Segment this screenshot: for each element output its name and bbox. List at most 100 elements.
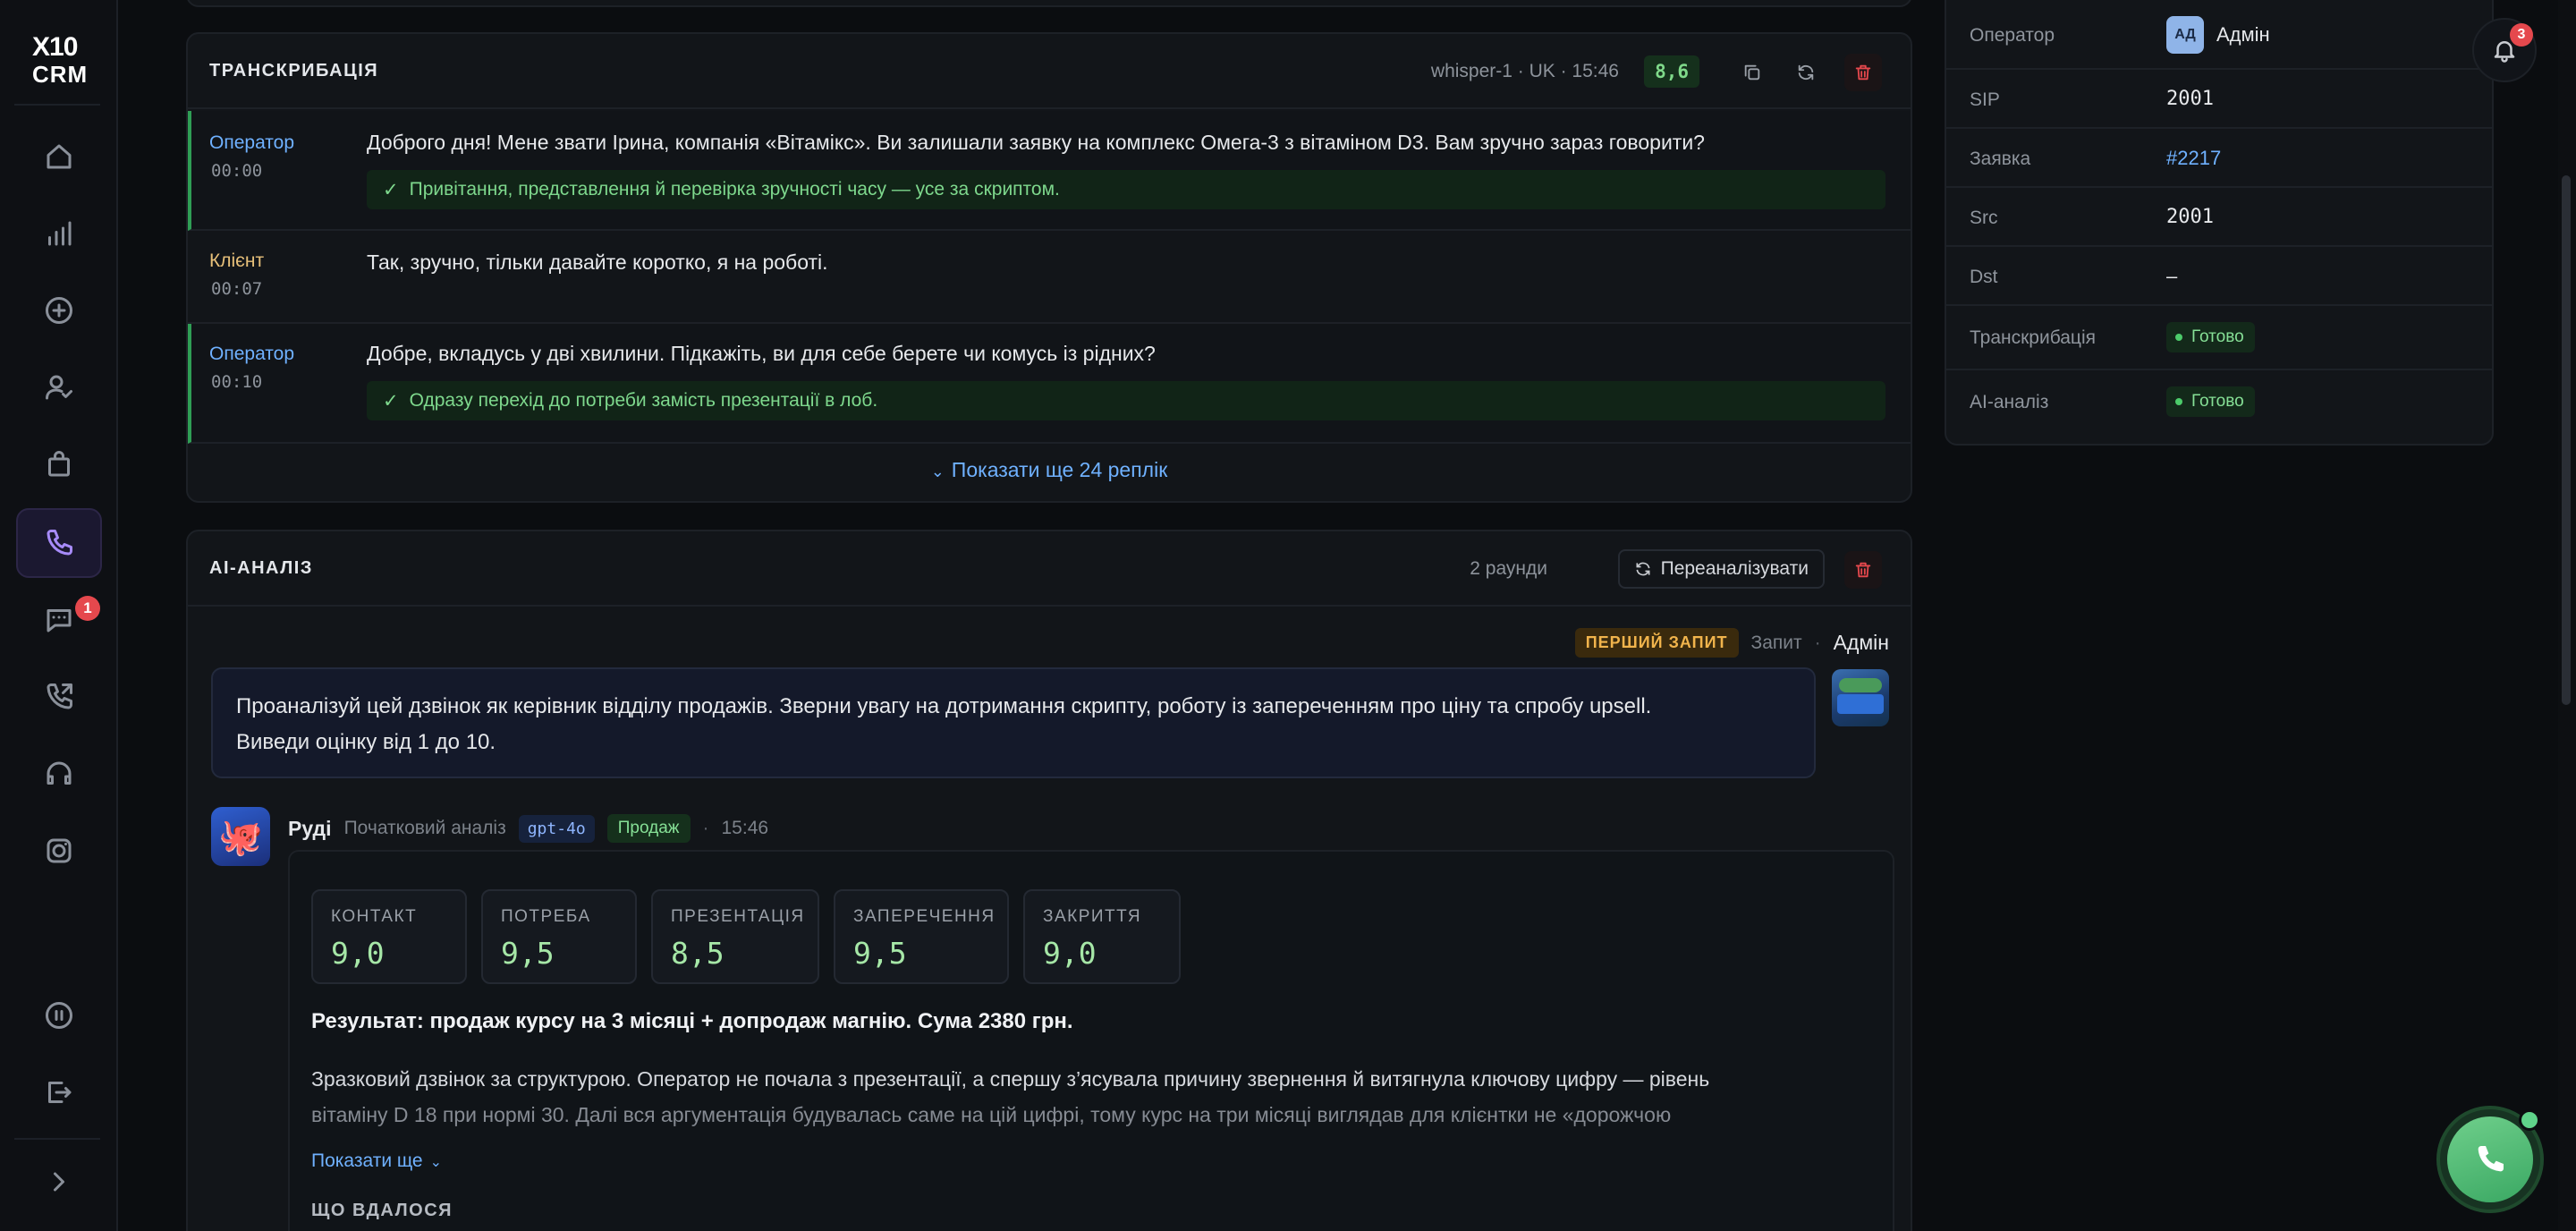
transcript-row: Оператор 00:10 Добре, вкладусь у дві хви…	[188, 324, 1911, 444]
transcription-header: ТРАНСКРИБАЦІЯ whisper-1 · UK · 15:46 8,6	[188, 34, 1911, 109]
nav-chats[interactable]: 1	[16, 585, 102, 655]
status-badge: Готово	[2166, 386, 2255, 417]
separator-dot: ·	[1814, 632, 1821, 653]
metric-label: КОНТАКТ	[331, 907, 418, 926]
divider	[14, 104, 100, 106]
info-row-src: Src 2001	[1946, 188, 2492, 247]
timestamp[interactable]: 00:07	[211, 279, 262, 299]
notification-count-badge: 3	[2510, 23, 2533, 47]
info-value: 2001	[2166, 206, 2214, 228]
softphone-button[interactable]	[2436, 1106, 2544, 1213]
ai-analysis-header: AI-АНАЛІЗ 2 раунди Переаналізувати	[188, 531, 1911, 607]
speaker-label: Клієнт	[209, 250, 265, 271]
pause-icon	[46, 1002, 72, 1029]
info-key: SIP	[1970, 89, 2000, 110]
fade-overlay	[311, 1124, 1859, 1145]
info-value: –	[2166, 265, 2178, 287]
metric-value: 8,5	[671, 936, 724, 971]
metric-value: 9,5	[853, 936, 907, 971]
analysis-body-line-1: Зразковий дзвінок за структурою. Операто…	[311, 1067, 1710, 1091]
refresh-icon	[1798, 64, 1814, 81]
ai-note-text: Привітання, представлення й перевірка зр…	[409, 179, 1060, 200]
nav-create[interactable]	[16, 276, 102, 345]
scrollbar-track[interactable]	[2558, 0, 2576, 1231]
info-key: Заявка	[1970, 149, 2031, 169]
metric-value: 9,0	[1043, 936, 1097, 971]
phone-forward-icon	[47, 683, 72, 709]
octopus-icon: 🐙	[218, 817, 263, 857]
scrollbar-thumb[interactable]	[2562, 175, 2571, 705]
notifications-button[interactable]: 3	[2472, 18, 2537, 82]
nav-products[interactable]	[16, 429, 102, 499]
metric-card: ЗАКРИТТЯ 9,0	[1023, 889, 1181, 984]
section-title: ЩО ВДАЛОСЯ	[311, 1201, 453, 1220]
status-text: Готово	[2191, 327, 2244, 346]
request-text-line-1: Проаналізуй цей дзвінок як керівник відд…	[236, 694, 1652, 718]
chat-icon	[47, 609, 72, 632]
status-dot	[2175, 334, 2182, 341]
info-key: Dst	[1970, 267, 1998, 287]
utterance-text: Так, зручно, тільки давайте коротко, я н…	[367, 250, 828, 274]
avatar-shape	[1837, 694, 1884, 714]
utterance-text: Добре, вкладусь у дві хвилини. Підкажіть…	[367, 342, 1156, 365]
metric-card: ЗАПЕРЕЧЕННЯ 9,5	[834, 889, 1009, 984]
operator-name[interactable]: Адмін	[2216, 23, 2270, 47]
request-link[interactable]: #2217	[2166, 147, 2221, 170]
phone-icon	[47, 530, 72, 556]
request-bubble: Проаналізуй цей дзвінок як керівник відд…	[211, 667, 1816, 778]
reply-time: 15:46	[721, 818, 769, 838]
status-dot	[2175, 398, 2182, 405]
logout-button[interactable]	[16, 1057, 102, 1127]
nav-instagram[interactable]	[16, 816, 102, 886]
home-icon	[47, 144, 72, 169]
assistant-avatar: 🐙	[211, 807, 270, 866]
info-row-ai-analysis: AI-аналіз Готово	[1946, 370, 2492, 435]
request-text-line-2: Виведи оцінку від 1 до 10.	[236, 730, 496, 754]
operator-avatar: АД	[2166, 16, 2204, 54]
user-avatar[interactable]	[1832, 669, 1889, 726]
separator-dot: ·	[702, 818, 709, 838]
analysis-result: Результат: продаж курсу на 3 місяці + до…	[311, 1009, 1073, 1033]
nav-users[interactable]	[16, 352, 102, 422]
rounds-count: 2 раунди	[1470, 558, 1547, 579]
delete-analysis-button[interactable]	[1844, 551, 1882, 589]
show-more-analysis-button[interactable]: Показати ще ⌄	[311, 1150, 442, 1172]
ai-note-text: Одразу перехід до потреби замість презен…	[409, 390, 878, 411]
timestamp[interactable]: 00:00	[211, 161, 262, 181]
info-row-dst: Dst –	[1946, 247, 2492, 306]
timestamp[interactable]: 00:10	[211, 372, 262, 392]
nav-outgoing-calls[interactable]	[16, 662, 102, 732]
chevron-right-icon	[54, 1172, 64, 1192]
copy-button[interactable]	[1733, 54, 1771, 91]
speaker-label: Оператор	[209, 344, 295, 364]
nav-home[interactable]	[16, 122, 102, 191]
metric-value: 9,0	[331, 936, 385, 971]
category-badge: Продаж	[606, 814, 691, 843]
nav-calls[interactable]	[16, 508, 102, 578]
transcription-card: ТРАНСКРИБАЦІЯ whisper-1 · UK · 15:46 8,6…	[186, 32, 1912, 503]
reanalyze-button[interactable]: Переаналізувати	[1617, 549, 1825, 589]
ai-analysis-card: AI-АНАЛІЗ 2 раунди Переаналізувати ПЕРШИ…	[186, 530, 1912, 1231]
transcription-meta: whisper-1 · UK · 15:46	[1430, 61, 1619, 81]
metric-label: ЗАКРИТТЯ	[1043, 907, 1142, 926]
headset-icon	[47, 761, 72, 785]
show-more-replies-button[interactable]: ⌄ Показати ще 24 реплік	[188, 458, 1911, 482]
nav-support[interactable]	[16, 739, 102, 809]
utterance-text: Доброго дня! Мене звати Ірина, компанія …	[367, 131, 1705, 154]
ai-note: ✓ Одразу перехід до потреби замість през…	[367, 381, 1885, 420]
logo-text-bottom: CRM	[32, 61, 89, 88]
delete-transcription-button[interactable]	[1844, 54, 1882, 91]
instagram-icon	[47, 838, 72, 863]
analysis-kind: Початковий аналіз	[343, 818, 506, 838]
nav-analytics[interactable]	[16, 199, 102, 268]
app-logo[interactable]: X10 CRM	[25, 30, 93, 88]
trash-icon	[1855, 562, 1871, 578]
retranscribe-button[interactable]	[1787, 54, 1825, 91]
speaker-label: Оператор	[209, 132, 295, 153]
phone-icon	[2478, 1146, 2504, 1172]
call-info-panel: Оператор АД Адмін SIP 2001 Заявка #2217 …	[1945, 0, 2494, 446]
pause-button[interactable]	[16, 981, 102, 1050]
expand-sidebar-button[interactable]	[16, 1147, 102, 1217]
transcript-row: Клієнт 00:07 Так, зручно, тільки давайте…	[188, 231, 1911, 324]
assistant-name: Руді	[288, 816, 332, 840]
